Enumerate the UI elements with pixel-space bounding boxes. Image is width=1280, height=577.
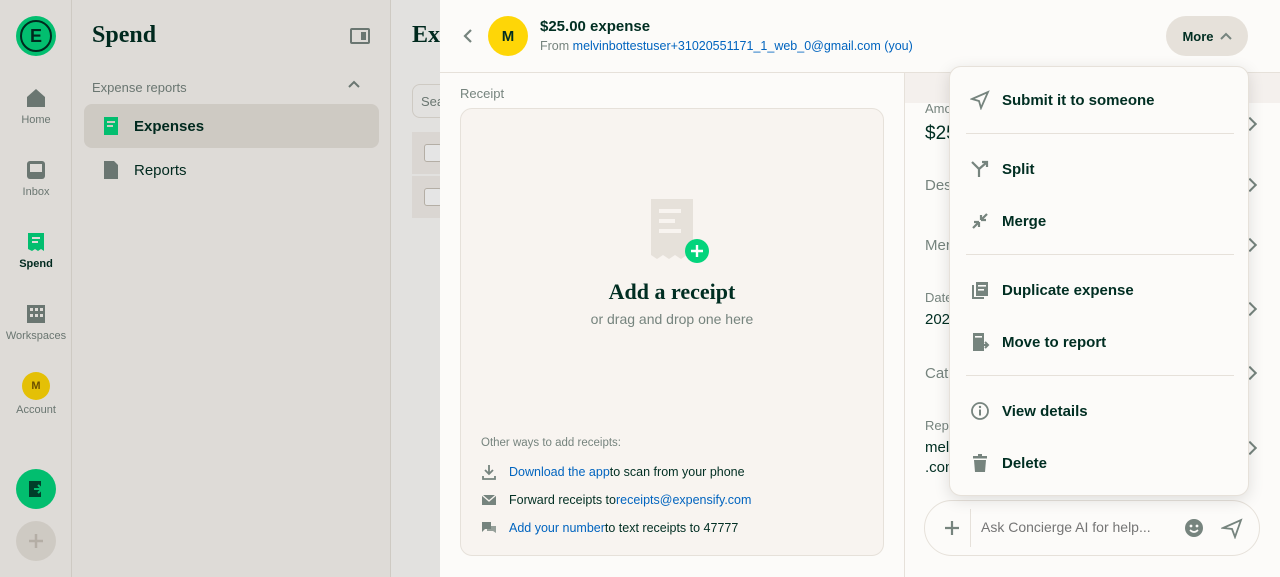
add-receipt-title: Add a receipt [608,279,736,304]
trash-icon [973,454,987,472]
merge-icon [972,213,988,229]
from-prefix: From [540,39,570,53]
receipt-label: Receipt [460,86,505,101]
menu-divider [966,133,1234,134]
menu-item-duplicate[interactable]: Duplicate expense [950,266,1250,314]
menu-item-view-details[interactable]: View details [950,387,1250,435]
other-ways-label: Other ways to add receipts: [481,437,621,449]
receipt-add-icon [651,199,709,263]
send-icon [970,90,990,110]
expense-header: M $25.00 expense From melvinbottestuser+… [440,0,1280,73]
chat-bubbles-icon [482,522,496,533]
receipt-dropzone[interactable]: Add a receipt or drag and drop one here … [460,108,884,556]
menu-item-split[interactable]: Split [950,145,1250,193]
modal-backdrop[interactable] [0,0,440,577]
back-button[interactable] [458,24,478,48]
page-title: $25.00 expense [540,18,651,35]
from-you-label: (you) [884,39,913,53]
menu-item-delete[interactable]: Delete [950,439,1250,487]
concierge-composer [924,500,1260,556]
menu-divider [966,254,1234,255]
menu-item-label: View details [1002,402,1088,420]
way-text: to scan from your phone [609,465,745,479]
more-button-label: More [1182,28,1214,44]
more-button[interactable]: More [1166,16,1248,56]
add-receipt-subtitle: or drag and drop one here [590,311,754,327]
menu-item-label: Merge [1002,212,1047,230]
move-report-icon [973,333,990,351]
composer-add-button[interactable] [933,509,971,547]
menu-item-label: Submit it to someone [1002,91,1155,109]
menu-item-merge[interactable]: Merge [950,197,1250,245]
menu-item-move-report[interactable]: Move to report [950,318,1250,366]
menu-item-submit[interactable]: Submit it to someone [950,76,1250,124]
split-icon [971,160,989,177]
way-add-number: Add your number to text receipts to 4777… [481,520,738,536]
download-icon [482,465,496,480]
emoji-icon[interactable] [1183,517,1205,539]
expense-from: From melvinbottestuser+31020551171_1_web… [540,39,913,53]
menu-item-label: Split [1002,160,1035,178]
avatar[interactable]: M [488,16,528,56]
menu-item-label: Move to report [1002,333,1107,351]
send-icon[interactable] [1221,517,1243,539]
chevron-left-icon [463,29,472,43]
from-email-link[interactable]: melvinbottestuser+31020551171_1_web_0@gm… [573,39,881,53]
way-download-app: Download the app to scan from your phone [481,464,745,480]
way-forward-email: Forward receipts to receipts@expensify.c… [481,492,751,508]
menu-item-label: Delete [1002,454,1048,472]
menu-item-label: Duplicate expense [1002,281,1134,299]
chevron-up-icon [1219,32,1232,40]
more-menu: Submit it to someone Split Merge Duplica… [949,66,1249,496]
menu-divider [966,375,1234,376]
mail-icon [481,494,497,505]
plus-icon [944,521,959,535]
way-text: to text receipts to 47777 [604,521,739,535]
concierge-input[interactable] [981,519,1181,535]
add-number-link[interactable]: Add your number [509,521,605,535]
receipts-email-link[interactable]: receipts@expensify.com [616,493,751,507]
info-icon [971,402,989,420]
way-text: Forward receipts to [509,493,616,507]
duplicate-icon [972,282,988,299]
download-app-link[interactable]: Download the app [509,465,610,479]
